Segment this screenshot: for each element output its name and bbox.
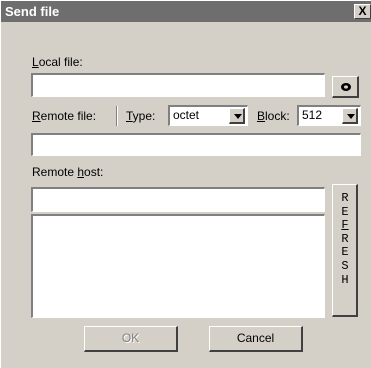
block-select[interactable]: 512: [297, 105, 361, 126]
remote-host-label: Remote host:: [32, 165, 104, 179]
remote-host-input[interactable]: [31, 187, 325, 212]
type-label: Type:: [126, 109, 156, 123]
host-list[interactable]: [31, 214, 325, 318]
block-dropdown-button[interactable]: [342, 108, 358, 124]
send-file-dialog: Send file X Local file: Remote file: Typ…: [0, 0, 371, 368]
remote-file-input[interactable]: [31, 133, 361, 156]
ok-button[interactable]: OK: [84, 326, 178, 352]
chevron-down-icon: [234, 114, 242, 119]
close-icon: X: [358, 4, 367, 18]
refresh-button[interactable]: R E F R E S H: [332, 184, 358, 317]
remote-file-label: Remote file:: [32, 109, 97, 123]
browse-button[interactable]: [332, 76, 359, 98]
close-button[interactable]: X: [354, 4, 371, 19]
refresh-letter: E: [341, 245, 349, 260]
window-title: Send file: [5, 4, 60, 19]
refresh-label: R E F R E S H: [333, 191, 357, 287]
refresh-letter: E: [341, 204, 349, 219]
refresh-letter: S: [341, 258, 349, 273]
cd-drive-icon: [341, 83, 351, 91]
type-dropdown-button[interactable]: [229, 108, 245, 124]
refresh-letter: R: [341, 191, 349, 205]
block-select-value: 512: [302, 108, 323, 122]
local-file-input[interactable]: [31, 73, 325, 97]
cancel-button[interactable]: Cancel: [209, 326, 303, 352]
refresh-letter: R: [341, 231, 349, 246]
type-select[interactable]: octet: [168, 105, 248, 126]
title-bar[interactable]: Send file X: [1, 1, 371, 22]
refresh-letter: H: [341, 272, 349, 287]
refresh-letter: F: [341, 218, 349, 233]
block-label: Block:: [257, 109, 290, 123]
chevron-down-icon: [347, 114, 355, 119]
separator: [116, 106, 118, 126]
local-file-label: Local file:: [32, 55, 83, 69]
type-select-value: octet: [173, 108, 200, 122]
